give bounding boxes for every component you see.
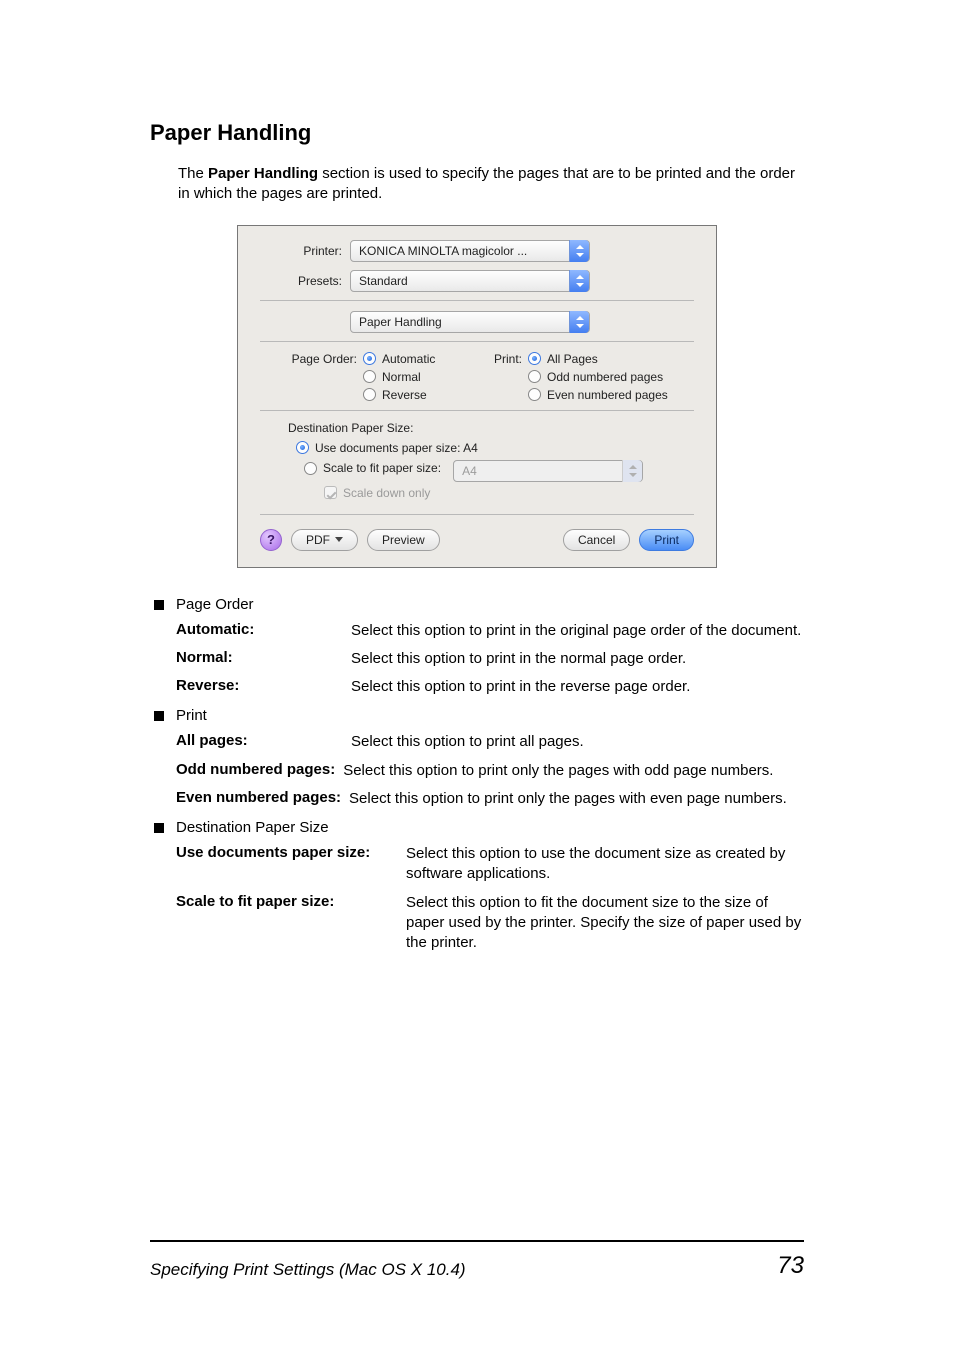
preview-label: Preview bbox=[382, 533, 425, 547]
radio-page-order-automatic[interactable]: Automatic bbox=[363, 352, 435, 366]
bullet-icon bbox=[154, 711, 164, 721]
printer-label: Printer: bbox=[260, 244, 350, 258]
pdf-button[interactable]: PDF bbox=[291, 529, 358, 551]
chevron-down-icon bbox=[335, 537, 343, 542]
def-term: Reverse: bbox=[176, 677, 351, 694]
bullet-title: Destination Paper Size bbox=[176, 819, 804, 836]
print-label: Print: bbox=[488, 352, 528, 402]
radio-use-documents-size[interactable]: Use documents paper size: A4 bbox=[296, 441, 694, 455]
def-desc: Select this option to print all pages. bbox=[351, 732, 804, 752]
def-term: Normal: bbox=[176, 649, 351, 666]
destination-title: Destination Paper Size: bbox=[288, 421, 694, 435]
def-desc: Select this option to fit the document s… bbox=[406, 893, 804, 954]
def-term: Automatic: bbox=[176, 621, 351, 638]
scale-value: A4 bbox=[454, 464, 622, 478]
def-term: Scale to fit paper size: bbox=[176, 893, 406, 910]
divider bbox=[260, 514, 694, 515]
print-button[interactable]: Print bbox=[639, 529, 694, 551]
intro-bold: Paper Handling bbox=[208, 165, 318, 182]
def-desc: Select this option to print only the pag… bbox=[343, 761, 804, 781]
bullet-title: Print bbox=[176, 707, 804, 724]
def-desc: Select this option to print in the norma… bbox=[351, 649, 804, 669]
panel-select[interactable]: Paper Handling bbox=[350, 311, 590, 333]
page-footer: Specifying Print Settings (Mac OS X 10.4… bbox=[150, 1240, 804, 1280]
radio-print-odd[interactable]: Odd numbered pages bbox=[528, 370, 668, 384]
divider bbox=[260, 341, 694, 342]
footer-page-number: 73 bbox=[777, 1252, 804, 1280]
preview-button[interactable]: Preview bbox=[367, 529, 440, 551]
def-term: Odd numbered pages: bbox=[176, 761, 335, 778]
chevron-updown-icon bbox=[569, 311, 589, 333]
bullet-title: Page Order bbox=[176, 596, 804, 613]
radio-label: All Pages bbox=[547, 352, 598, 366]
chevron-updown-icon bbox=[569, 240, 589, 262]
def-desc: Select this option to print only the pag… bbox=[349, 789, 804, 809]
help-icon: ? bbox=[267, 532, 275, 547]
print-label: Print bbox=[654, 533, 679, 547]
help-button[interactable]: ? bbox=[260, 529, 282, 551]
chevron-updown-icon bbox=[622, 460, 642, 482]
def-desc: Select this option to use the document s… bbox=[406, 844, 804, 885]
check-scale-down-only: Scale down only bbox=[324, 486, 694, 500]
cancel-button[interactable]: Cancel bbox=[563, 529, 630, 551]
printer-value: KONICA MINOLTA magicolor ... bbox=[351, 244, 569, 258]
radio-page-order-normal[interactable]: Normal bbox=[363, 370, 435, 384]
radio-label: Scale to fit paper size: bbox=[323, 461, 441, 475]
presets-label: Presets: bbox=[260, 274, 350, 288]
pdf-label: PDF bbox=[306, 533, 330, 547]
printer-select[interactable]: KONICA MINOLTA magicolor ... bbox=[350, 240, 590, 262]
bullet-icon bbox=[154, 600, 164, 610]
presets-select[interactable]: Standard bbox=[350, 270, 590, 292]
cancel-label: Cancel bbox=[578, 533, 615, 547]
intro-pre: The bbox=[178, 165, 208, 182]
def-term: Even numbered pages: bbox=[176, 789, 341, 806]
radio-label: Reverse bbox=[382, 388, 427, 402]
radio-print-all[interactable]: All Pages bbox=[528, 352, 668, 366]
page-order-label: Page Order: bbox=[288, 352, 363, 402]
radio-label: Even numbered pages bbox=[547, 388, 668, 402]
radio-label: Use documents paper size: A4 bbox=[315, 441, 478, 455]
checkbox-icon bbox=[324, 486, 337, 499]
check-label: Scale down only bbox=[343, 486, 430, 500]
chevron-updown-icon bbox=[569, 270, 589, 292]
scale-paper-select: A4 bbox=[453, 460, 643, 482]
radio-label: Automatic bbox=[382, 352, 435, 366]
presets-value: Standard bbox=[351, 274, 569, 288]
def-desc: Select this option to print in the rever… bbox=[351, 677, 804, 697]
def-desc: Select this option to print in the origi… bbox=[351, 621, 804, 641]
radio-label: Odd numbered pages bbox=[547, 370, 663, 384]
print-dialog: Printer: KONICA MINOLTA magicolor ... Pr… bbox=[237, 225, 717, 568]
divider bbox=[260, 300, 694, 301]
radio-print-even[interactable]: Even numbered pages bbox=[528, 388, 668, 402]
radio-label: Normal bbox=[382, 370, 421, 384]
footer-title: Specifying Print Settings (Mac OS X 10.4… bbox=[150, 1260, 466, 1280]
section-heading: Paper Handling bbox=[150, 120, 804, 146]
panel-value: Paper Handling bbox=[351, 315, 569, 329]
bullet-icon bbox=[154, 823, 164, 833]
intro-paragraph: The Paper Handling section is used to sp… bbox=[178, 164, 804, 205]
divider bbox=[260, 410, 694, 411]
radio-page-order-reverse[interactable]: Reverse bbox=[363, 388, 435, 402]
def-term: All pages: bbox=[176, 732, 351, 749]
def-term: Use documents paper size: bbox=[176, 844, 406, 861]
radio-scale-to-fit[interactable]: Scale to fit paper size: bbox=[304, 461, 441, 475]
